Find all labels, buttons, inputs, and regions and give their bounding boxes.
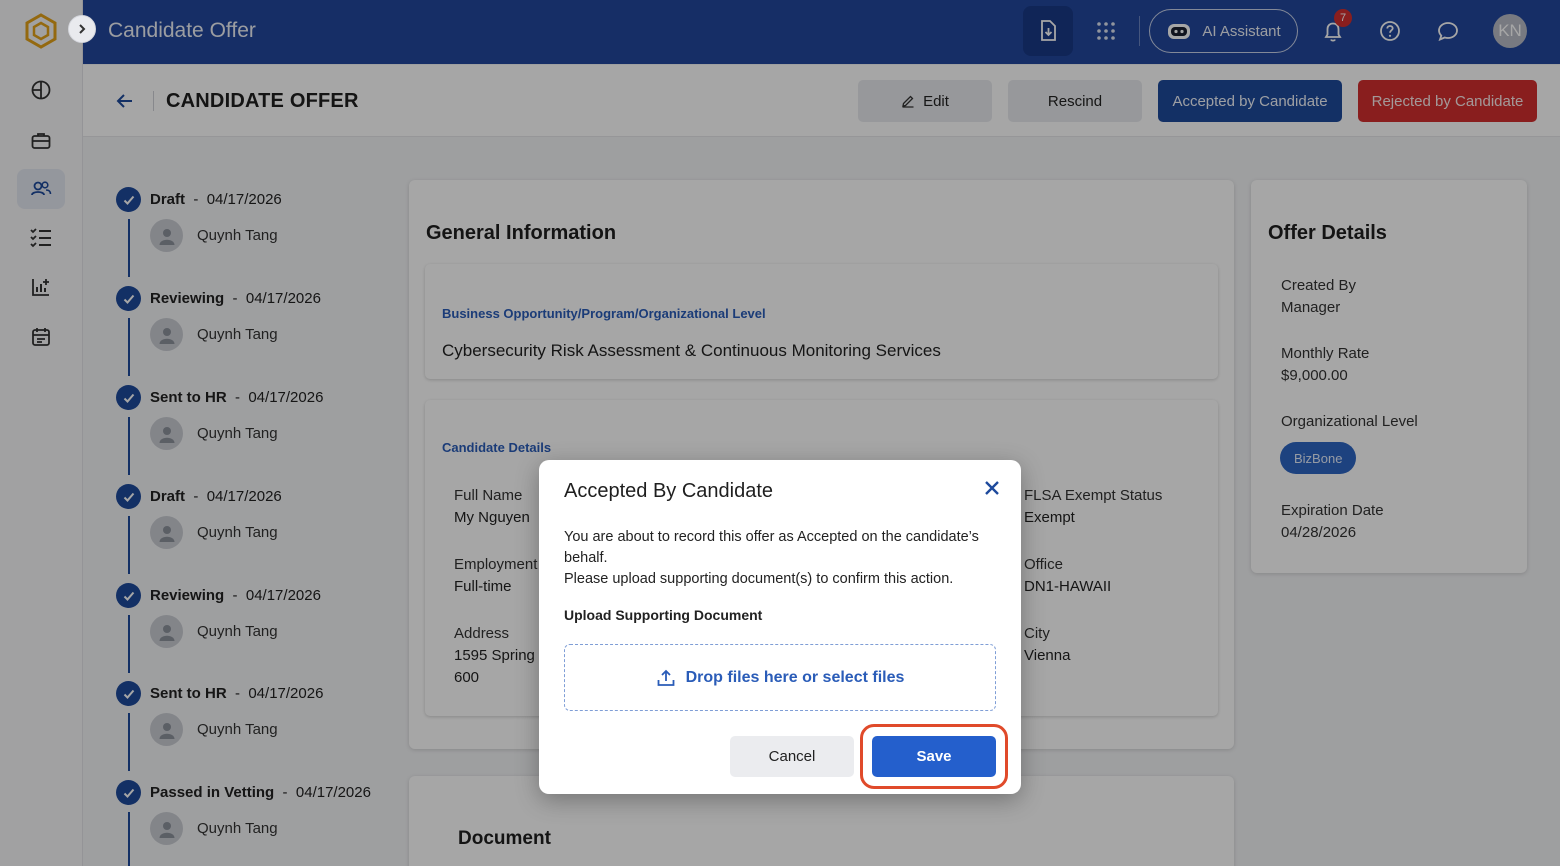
- upload-icon: [657, 669, 675, 686]
- dialog-title: Accepted By Candidate: [564, 480, 774, 502]
- cancel-button[interactable]: Cancel: [730, 736, 854, 777]
- upload-document-label: Upload Supporting Document: [564, 607, 763, 623]
- dialog-message: You are about to record this offer as Ac…: [564, 527, 1004, 590]
- dialog-message-line-1: You are about to record this offer as Ac…: [564, 529, 979, 566]
- expand-sidebar-button[interactable]: [68, 15, 96, 43]
- close-icon[interactable]: [980, 476, 1004, 500]
- dialog-message-line-2: Please upload supporting document(s) to …: [564, 571, 954, 587]
- accepted-by-candidate-dialog: Accepted By Candidate You are about to r…: [539, 460, 1021, 794]
- save-highlight-annotation: [860, 724, 1008, 789]
- file-dropzone[interactable]: Drop files here or select files: [564, 644, 996, 711]
- dropzone-text: Drop files here or select files: [685, 668, 905, 686]
